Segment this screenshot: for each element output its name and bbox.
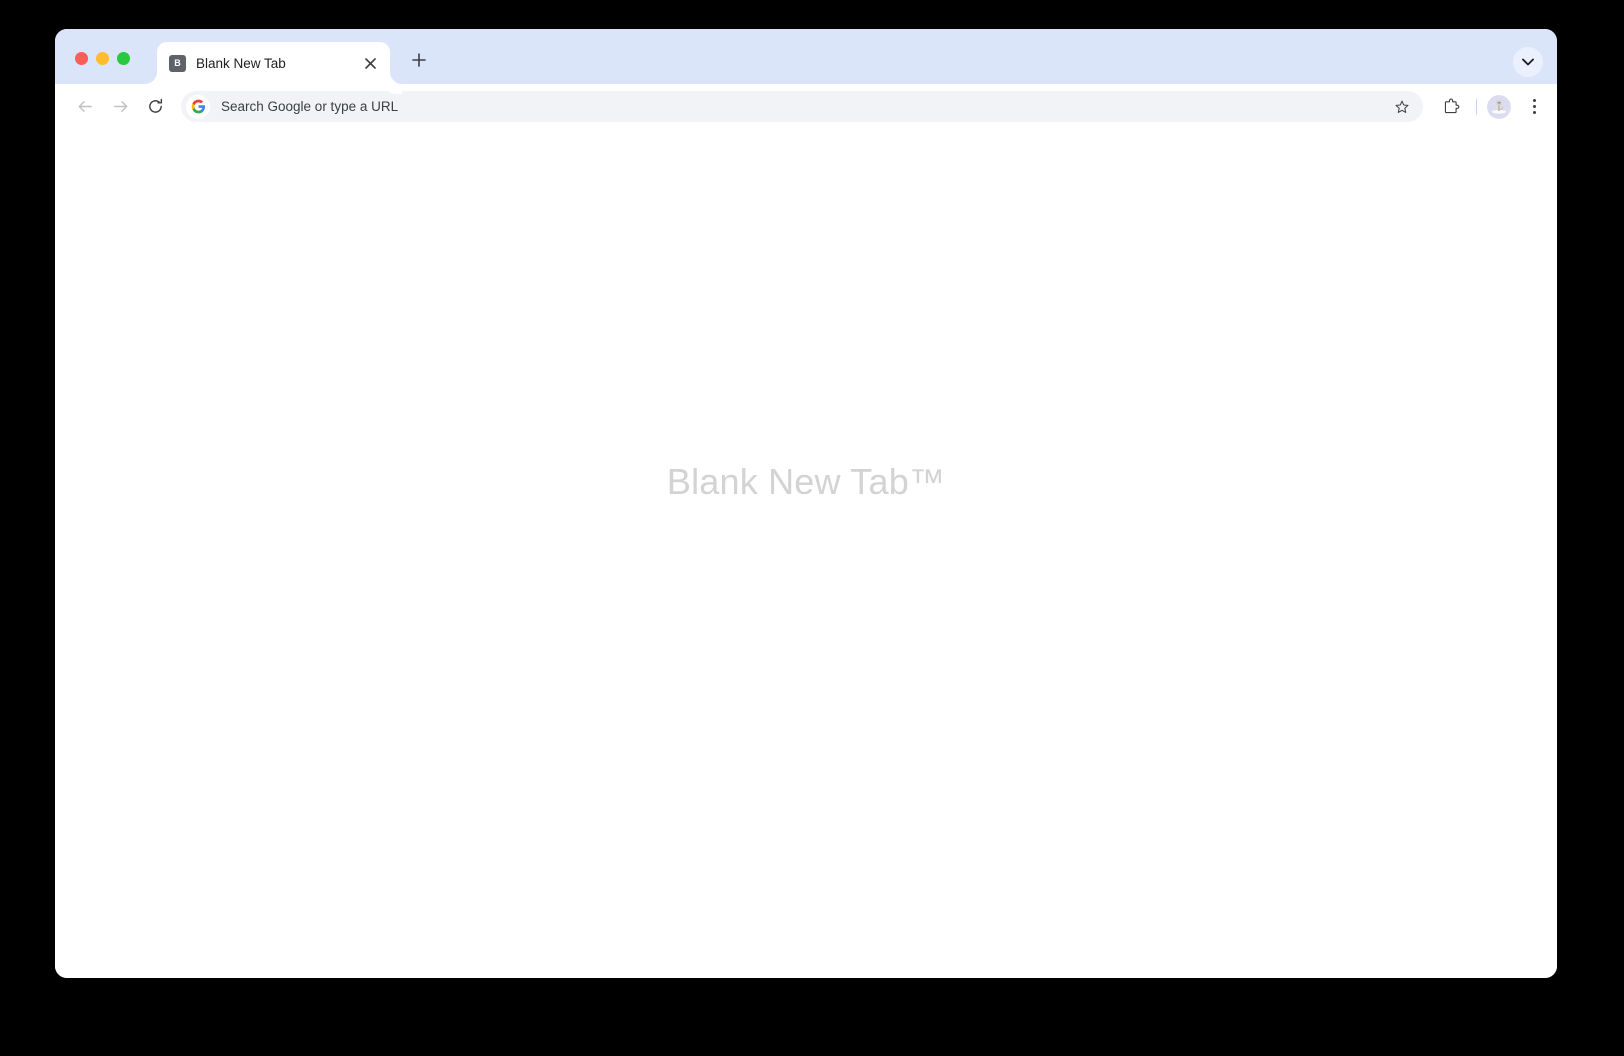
window-maximize-button[interactable] [117,52,130,65]
browser-toolbar: Search Google or type a URL [55,84,1557,129]
three-dot-menu-icon[interactable] [1523,93,1545,121]
star-outline-icon[interactable] [1389,94,1415,120]
arrow-right-icon[interactable] [104,91,136,123]
arrow-left-icon[interactable] [69,91,101,123]
browser-tab[interactable]: B Blank New Tab [157,42,390,84]
page-viewport: Blank New Tab™ [55,129,1557,978]
reload-icon[interactable] [139,91,171,123]
page-watermark-text: Blank New Tab™ [666,461,946,502]
toolbar-separator [1476,98,1477,115]
close-icon[interactable] [360,53,380,73]
window-minimize-button[interactable] [96,52,109,65]
tab-favicon-icon: B [169,54,186,72]
menu-dot [1532,99,1536,102]
window-close-button[interactable] [75,52,88,65]
tab-strip: B Blank New Tab [55,29,1557,84]
google-g-icon [186,94,210,119]
browser-window: B Blank New Tab Search Google or type a … [55,29,1557,978]
chevron-down-icon[interactable] [1513,47,1543,77]
window-traffic-lights [55,52,130,84]
menu-dot [1532,105,1536,108]
address-bar[interactable]: Search Google or type a URL [181,91,1423,122]
menu-dot [1532,111,1536,114]
tab-title: Blank New Tab [196,55,286,71]
address-bar-placeholder: Search Google or type a URL [221,99,399,114]
avatar[interactable] [1487,94,1511,119]
puzzle-piece-icon[interactable] [1436,92,1466,122]
plus-icon[interactable] [405,46,433,74]
